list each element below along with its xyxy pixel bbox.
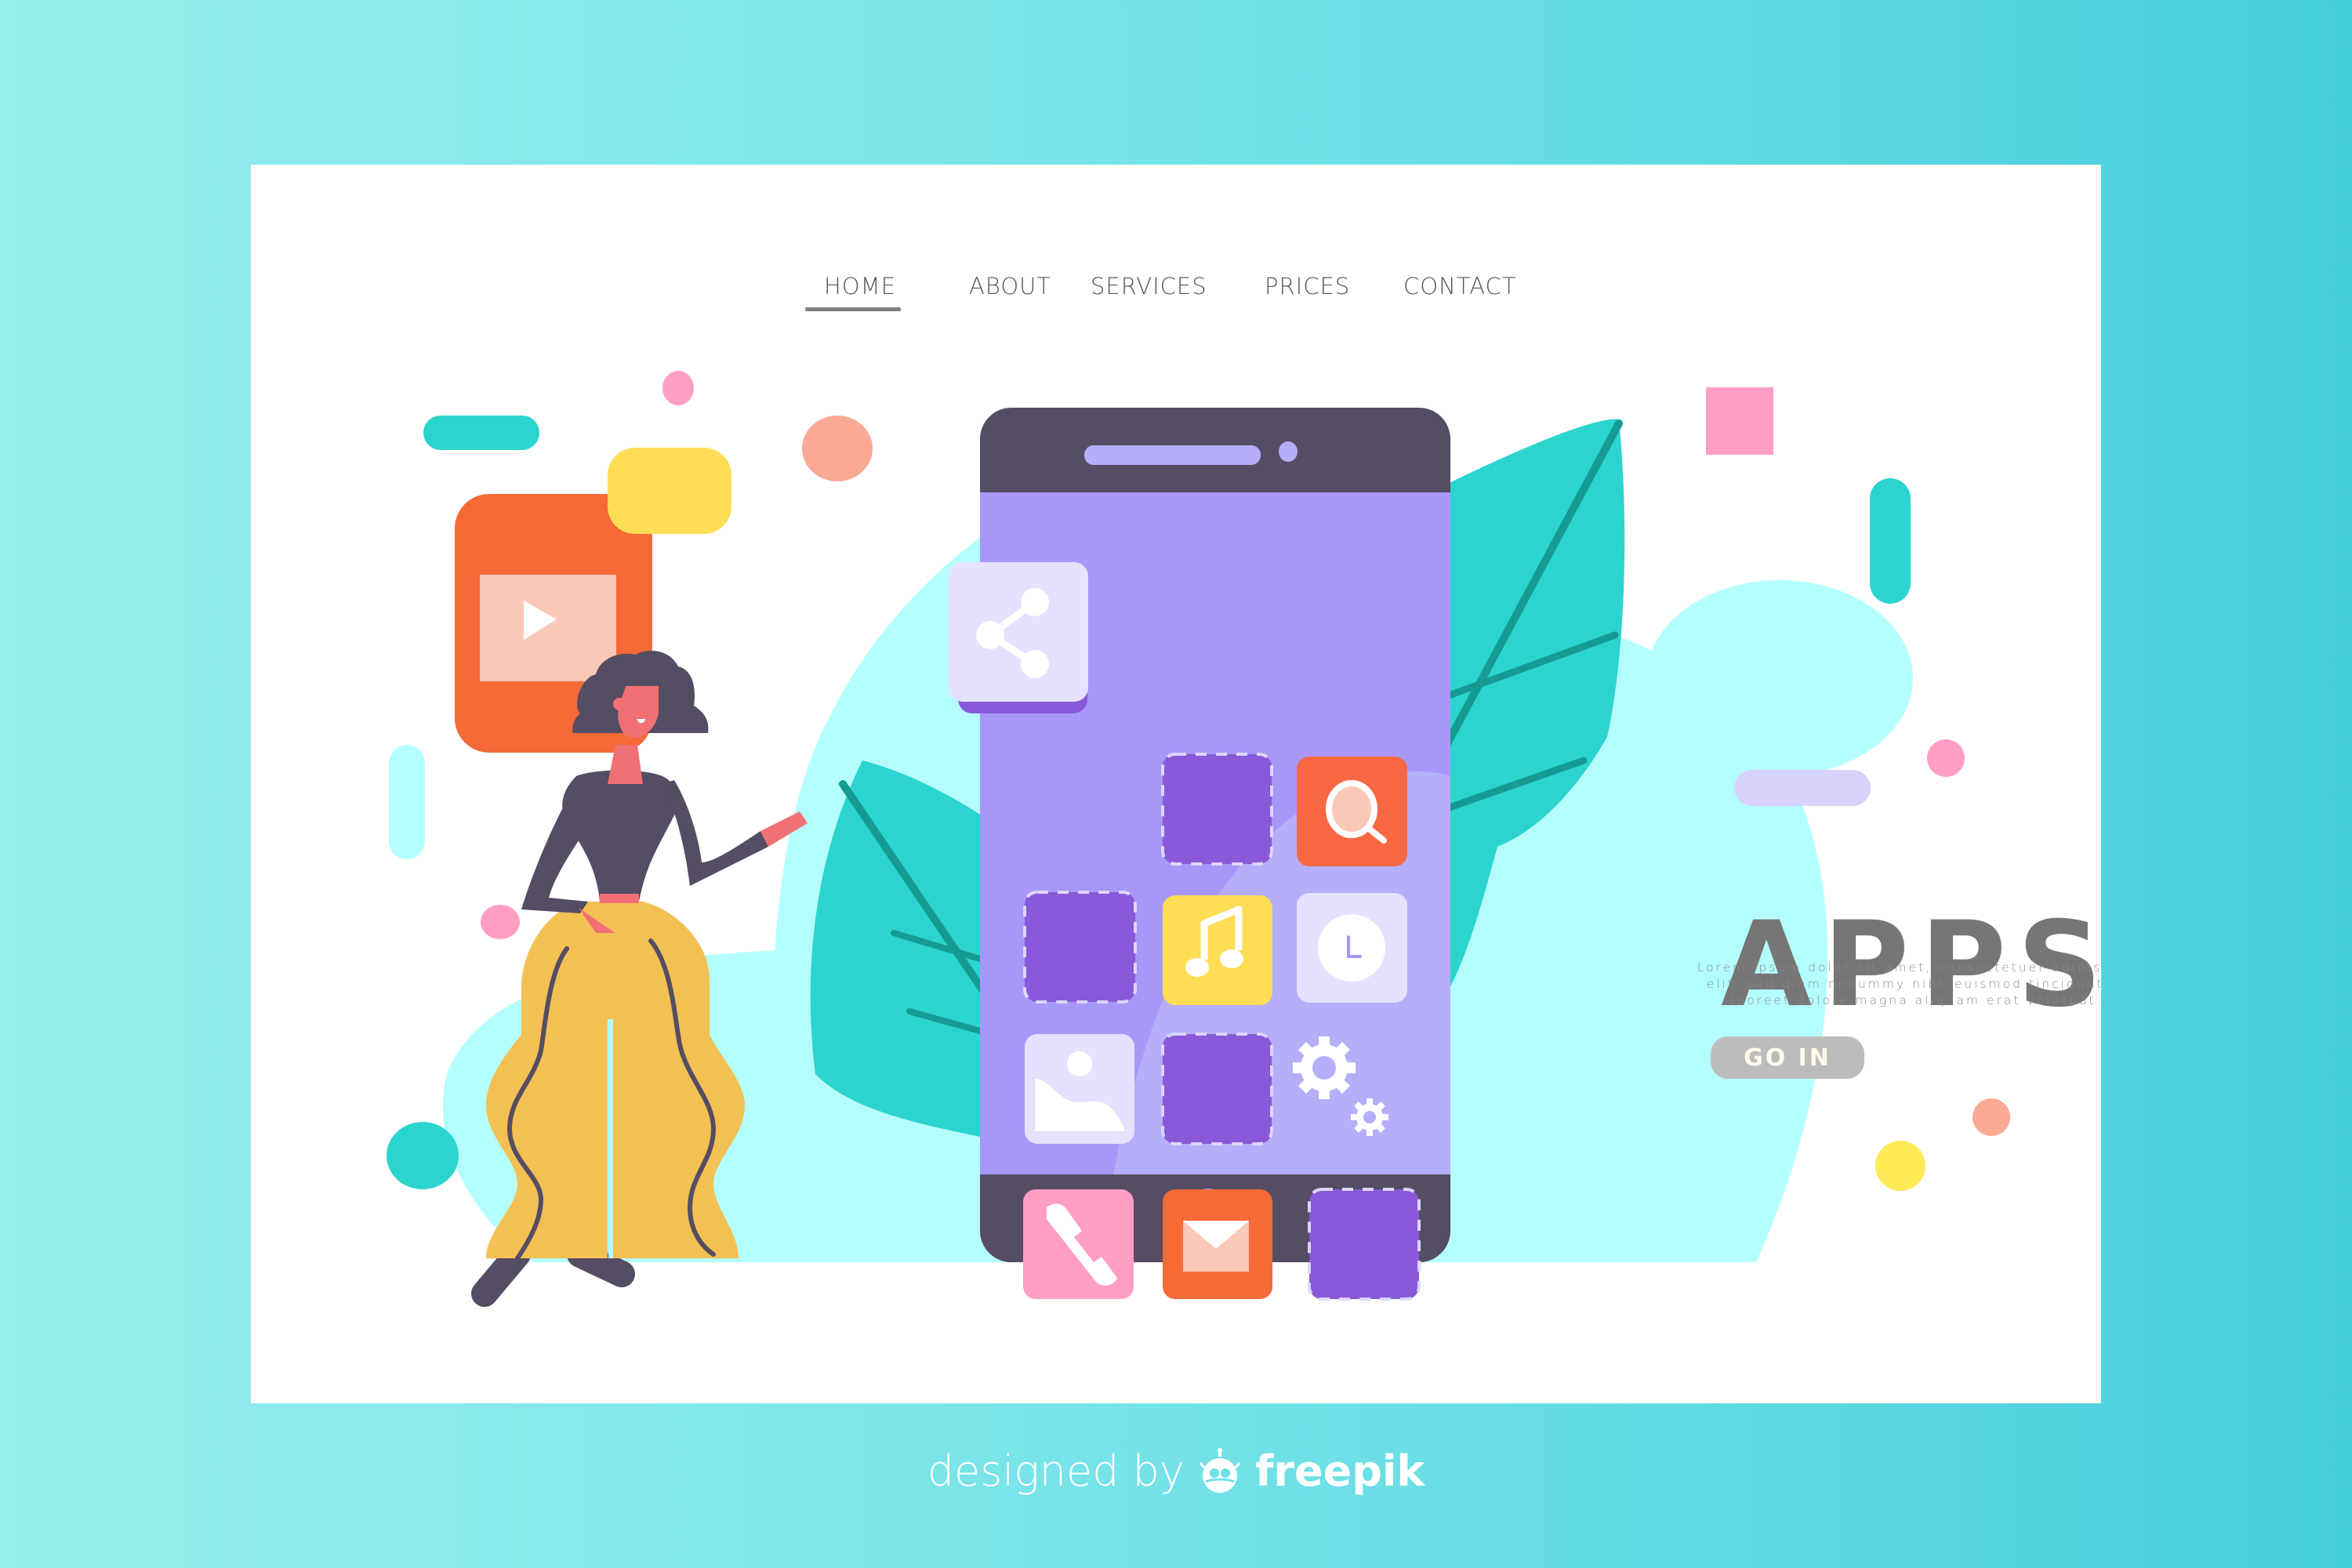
clock-app [1297,893,1407,1003]
nav-home[interactable]: HOME [824,273,896,299]
pink-square [1706,387,1773,455]
phone-camera [1279,441,1298,462]
empty-slot [1161,753,1273,866]
footer-credit: designed by freepik [0,1446,2352,1496]
main-nav: HOME ABOUT SERVICES PRICES CONTACT [251,165,2101,321]
gallery-app [1025,1034,1134,1144]
empty-slot [1161,1033,1273,1145]
hero-description: Lorem ipsum dolor sit amet, consectetuer… [1552,960,2101,1009]
nav-prices[interactable]: PRICES [1265,273,1350,299]
speech-bubble [608,448,731,534]
music-app [1163,895,1272,1005]
designed-by-label: designed by [927,1446,1185,1496]
nav-contact[interactable]: CONTACT [1403,273,1517,299]
nav-services[interactable]: SERVICES [1091,273,1207,299]
share-app-floating [949,562,1088,713]
freepik-logo-icon [1199,1447,1241,1493]
yellow-dot-right [1875,1141,1926,1191]
nav-about[interactable]: ABOUT [969,273,1051,299]
peach-circle [802,416,873,481]
landing-card: HOME ABOUT SERVICES PRICES CONTACT APPS … [251,165,2101,1403]
cyan-pill-left [389,745,425,859]
mail-app [1163,1189,1272,1299]
hero-description-line: laoreet dolore magna aliquam erat volutp… [1731,993,2101,1007]
phone-speaker [1084,445,1261,465]
teal-pill-top-left [423,416,539,450]
hero-description-line: Lorem ipsum dolor sit amet, consectetuer… [1697,960,2101,975]
empty-slot [1308,1188,1421,1301]
background-blob-ellipse [1646,580,1913,776]
empty-slot [1023,891,1137,1004]
search-app [1297,757,1407,866]
hero-illustration [387,371,2010,1307]
go-in-button[interactable]: GO IN [1711,1036,1864,1079]
teal-circle-left [387,1122,459,1189]
pink-dot-left [481,905,520,939]
nav-active-indicator [805,307,901,311]
freepik-brand[interactable]: freepik [1255,1446,1425,1496]
teal-pill-right [1870,478,1911,604]
pink-dot [662,371,694,405]
peach-dot-right [1973,1098,2010,1136]
lavender-pill [1734,770,1871,806]
pink-dot-right [1927,739,1965,777]
hero-description-line: elit, sed diam nonummy nibh euismod tinc… [1706,977,2101,991]
phone-call-app [1023,1189,1134,1299]
